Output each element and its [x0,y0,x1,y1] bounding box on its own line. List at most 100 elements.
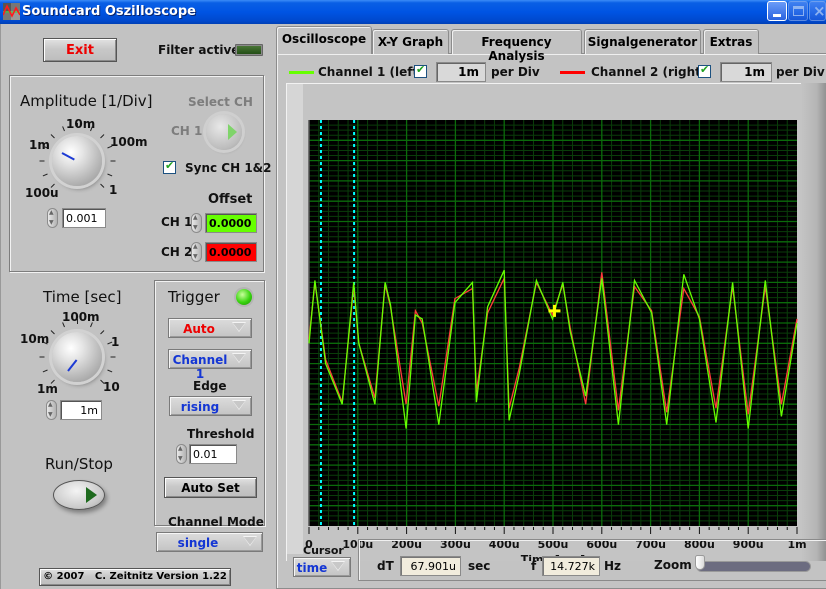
threshold-field[interactable]: 0.01 [189,444,237,464]
amplitude-value-control[interactable]: 0.001 [47,208,109,228]
dial-tick [100,183,105,189]
offset-ch2-field[interactable]: 0.0000 [205,242,257,262]
amp-dial-label-1: 1 [109,183,118,197]
dial-tick [62,125,66,131]
trigger-edge-select[interactable]: rising [169,396,252,416]
dial-tick [39,160,45,162]
cursor-mode-select[interactable]: time [293,557,351,577]
offset-ch1-field[interactable]: 0.0000 [205,213,257,233]
close-button[interactable]: × [809,1,826,21]
tab-extras[interactable]: Extras [703,29,759,54]
select-ch-value: CH 1 [171,124,203,138]
dial-tick [50,133,55,139]
time-dial[interactable]: 1m 10m 100m 1 10 [16,309,126,404]
channel-mode-select[interactable]: single [156,532,263,552]
zoom-slider-track[interactable] [696,561,811,572]
tab-xy-graph[interactable]: X-Y Graph [372,29,449,54]
dial-tick [110,160,116,162]
time-value-control[interactable]: 1m [46,400,102,420]
dial-tick [100,329,105,335]
dt-label: dT [377,559,394,573]
ch2-label: Channel 2 (right) [591,65,707,79]
time-spinner[interactable] [46,400,57,420]
offset-ch2-label: CH 2 [161,245,193,259]
tab-oscilloscope-label: Oscilloscope [281,32,367,46]
amp-dial-label-1m: 1m [29,138,50,152]
cursor-mode-value: time [296,561,328,575]
dial-tick [107,369,113,373]
filter-active-label: Filter active [158,43,240,57]
dial-tick [110,356,116,358]
trigger-source-select[interactable]: Channel 1 [168,349,252,381]
minimize-button[interactable] [767,1,787,21]
tab-oscilloscope[interactable]: Oscilloscope [276,26,372,54]
time-dial-label-10: 10 [103,380,120,394]
time-dial-label-10m: 10m [20,332,50,346]
amplitude-value-field[interactable]: 0.001 [62,208,106,228]
amplitude-title: Amplitude [1/Div] [20,92,153,110]
tab-bar: Oscilloscope X-Y Graph Frequency Analysi… [276,26,826,63]
offset-ch2-control[interactable]: 0.0000 [191,242,257,262]
sync-ch-checkbox[interactable] [163,159,176,174]
tab-frequency-analysis[interactable]: Frequency Analysis [451,29,582,63]
dt-value-field: 67.901u [400,556,461,576]
trigger-mode-select[interactable]: Auto [168,318,252,338]
amplitude-knob-indicator [61,152,75,161]
dropdown-arrow-icon [232,400,246,410]
cursor-label: Cursor [303,544,344,557]
amplitude-spinner[interactable] [47,208,58,228]
ch2-checkbox[interactable] [698,63,711,78]
ch1-per-div-field[interactable]: 1m [436,62,486,82]
time-title: Time [sec] [43,288,122,306]
freq-unit: Hz [604,559,622,573]
dropdown-arrow-icon [243,536,257,546]
ch1-label: Channel 1 (left) [318,65,424,79]
zoom-slider-thumb[interactable] [695,555,705,570]
time-value-field[interactable]: 1m [60,400,102,420]
app-icon [3,3,20,20]
amplitude-dial[interactable]: 100u 1m 10m 100m 1 [21,117,148,222]
dial-tick [39,356,45,358]
copyright-label: © 2007 C. Zeitnitz Version 1.22 [39,568,231,586]
offset-ch1-label: CH 1 [161,215,193,229]
offset-title: Offset [208,192,253,207]
channel-mode-label: Channel Mode [168,515,264,529]
ch2-legend-line [560,71,585,74]
amplitude-knob[interactable] [52,136,102,186]
offset-ch1-control[interactable]: 0.0000 [191,213,257,233]
run-stop-button[interactable] [53,480,105,510]
dropdown-arrow-icon [232,322,246,332]
play-icon [228,124,237,140]
ch1-per-div-unit: per Div [491,65,540,79]
freq-label: f [531,559,537,573]
zoom-label: Zoom [654,558,692,572]
channel-mode-value: single [177,536,219,550]
play-icon [86,487,97,503]
tab-signalgenerator[interactable]: Signalgenerator [584,29,701,54]
ch2-per-div-unit: per Div [776,65,825,79]
exit-button[interactable]: Exit [43,38,117,62]
ch1-checkbox[interactable] [414,63,427,78]
auto-set-button[interactable]: Auto Set [164,477,257,498]
time-knob[interactable] [52,332,102,382]
offset-ch2-spinner[interactable] [191,242,202,262]
maximize-button[interactable] [788,1,808,21]
trigger-source-value: Channel 1 [172,353,228,381]
dial-tick [50,329,55,335]
ch2-per-div-field[interactable]: 1m [720,62,772,82]
window-title: Soundcard Oszilloscope [22,4,196,19]
maximize-icon [793,6,804,16]
run-stop-label: Run/Stop [45,455,113,473]
dropdown-arrow-icon [331,561,345,571]
filter-active-led [235,44,263,56]
oscilloscope-graph[interactable]: 0 100u 200u 300u 400u 500u 600u 700u 800u 900u 1mT… [286,83,816,561]
edge-label: Edge [193,379,227,393]
threshold-control[interactable]: 0.01 [176,444,239,464]
threshold-spinner[interactable] [176,444,187,464]
ch1-legend-line [289,71,314,74]
select-ch-label: Select CH [188,95,253,109]
select-ch-toggle[interactable] [206,114,242,150]
trigger-mode-value: Auto [183,322,215,336]
offset-ch1-spinner[interactable] [191,213,202,233]
minimize-icon [773,14,781,17]
